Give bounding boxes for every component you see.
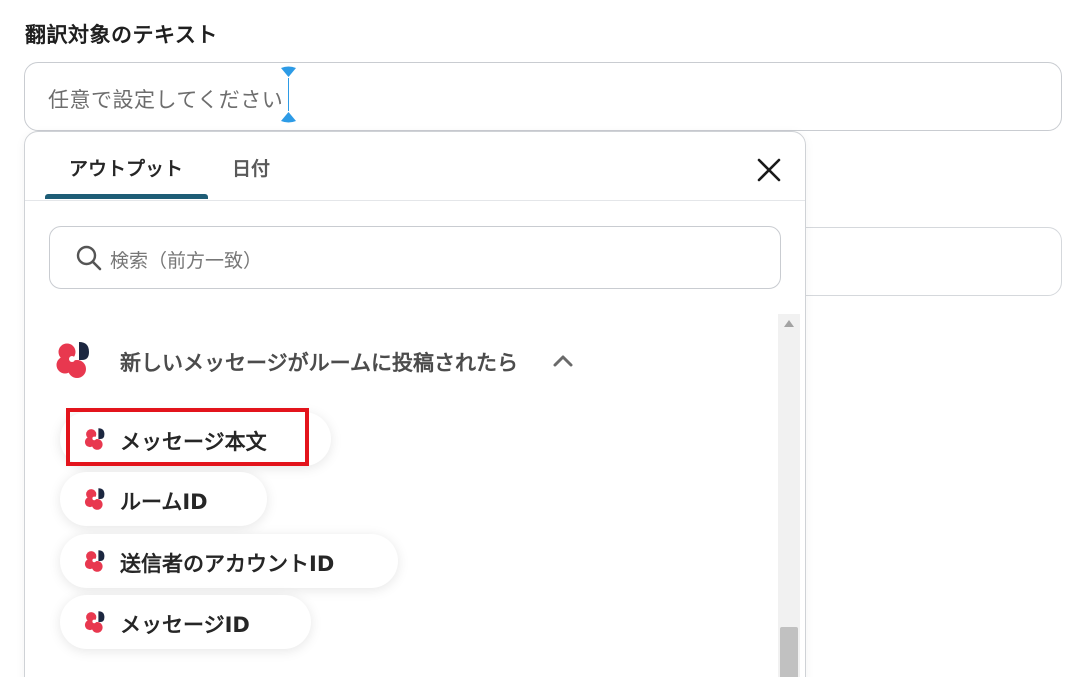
chatwork-logo-icon: [84, 611, 105, 633]
active-tab-indicator: [45, 194, 208, 199]
output-item-message-id[interactable]: メッセージID: [60, 595, 311, 649]
search-input[interactable]: 検索（前方一致）: [49, 226, 781, 289]
output-item-message-body[interactable]: メッセージ本文: [60, 412, 331, 466]
caret-handle-top-icon[interactable]: [280, 66, 297, 78]
search-icon: [76, 245, 102, 271]
chatwork-logo-icon: [84, 550, 105, 572]
caret-handle-bottom-icon[interactable]: [280, 111, 297, 123]
output-item-label: ルームID: [120, 490, 208, 514]
output-picker-panel: アウトプット 日付 検索（前方一致） 新しいメッセージがルームに投稿されたら メ…: [24, 131, 806, 677]
scroll-up-arrow-icon[interactable]: [784, 320, 794, 327]
tab-bar: アウトプット 日付: [25, 132, 805, 201]
search-placeholder: 検索（前方一致）: [110, 250, 263, 272]
text-caret: [288, 78, 289, 111]
scrollbar-thumb[interactable]: [780, 627, 798, 677]
field-label: 翻訳対象のテキスト: [25, 23, 218, 47]
translation-text-input[interactable]: 任意で設定してください: [24, 62, 1062, 131]
chatwork-logo-icon: [84, 488, 105, 510]
chatwork-logo-icon: [84, 428, 105, 450]
trigger-group-header[interactable]: 新しいメッセージがルームに投稿されたら: [55, 340, 655, 380]
output-item-label: 送信者のアカウントID: [120, 552, 335, 576]
tab-date[interactable]: 日付: [232, 154, 270, 181]
input-placeholder: 任意で設定してください: [48, 88, 284, 112]
scrollbar[interactable]: [778, 314, 800, 677]
chatwork-logo-icon: [56, 342, 89, 378]
output-item-room-id[interactable]: ルームID: [60, 472, 267, 526]
page: 翻訳対象のテキスト 任意で設定してください アウトプット 日付 検索（前方一致）: [0, 0, 1075, 677]
output-item-label: メッセージID: [120, 613, 250, 637]
group-title: 新しいメッセージがルームに投稿されたら: [120, 351, 518, 375]
tab-output[interactable]: アウトプット: [69, 154, 183, 181]
output-item-sender-account-id[interactable]: 送信者のアカウントID: [60, 534, 398, 588]
close-icon[interactable]: [753, 154, 785, 186]
output-item-label: メッセージ本文: [120, 430, 267, 454]
chevron-up-icon[interactable]: [552, 351, 574, 369]
